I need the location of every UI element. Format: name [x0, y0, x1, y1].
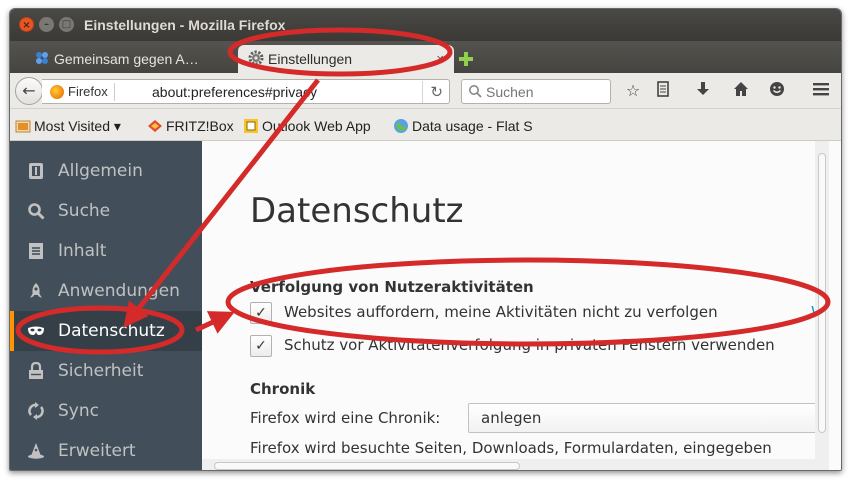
- back-button[interactable]: ←: [15, 77, 43, 105]
- navigation-toolbar: ← Firefox about:preferences#privacy ↻ ☆: [10, 73, 841, 109]
- bookmark-data-usage[interactable]: Data usage - Flat S: [393, 117, 533, 135]
- tab-gemeinsam[interactable]: Gemeinsam gegen A…: [24, 45, 236, 73]
- hello-chat-icon[interactable]: [766, 81, 788, 101]
- horizontal-scroll-thumb[interactable]: [214, 462, 520, 470]
- outlook-icon: [244, 119, 258, 133]
- sync-icon: [28, 402, 44, 420]
- search-icon: [28, 203, 45, 220]
- most-visited-icon: [15, 120, 31, 133]
- horizontal-scrollbar[interactable]: [202, 459, 829, 470]
- history-mode-select[interactable]: anlegen: [468, 403, 829, 433]
- rocket-icon: [30, 283, 42, 298]
- sidebar-item-suche[interactable]: Suche: [10, 191, 202, 231]
- fritzbox-icon: [148, 120, 162, 132]
- window-maximize-button[interactable]: □: [59, 17, 74, 32]
- history-description: Firefox wird besuchte Seiten, Downloads,…: [250, 439, 772, 457]
- history-group-caption: Chronik: [250, 380, 316, 398]
- bookmark-fritzbox[interactable]: FRITZ!Box: [147, 117, 234, 135]
- url-text[interactable]: about:preferences#privacy: [152, 83, 317, 101]
- bookmark-outlook[interactable]: Outlook Web App: [243, 117, 371, 135]
- tracking-protection-label: Schutz vor Aktivitätenverfolgung in priv…: [284, 336, 775, 354]
- new-tab-plus-icon[interactable]: [458, 51, 474, 67]
- sidebar-item-sync[interactable]: Sync: [10, 391, 202, 431]
- dnt-label: Websites auffordern, meine Aktivitäten n…: [284, 303, 718, 321]
- sidebar-item-allgemein[interactable]: Allgemein: [10, 151, 202, 191]
- general-icon: [29, 163, 43, 179]
- window-close-button[interactable]: ×: [19, 17, 34, 32]
- preferences-content: Allgemein Suche Inhalt Anwendungen Daten…: [10, 141, 841, 470]
- sidebar-item-datenschutz[interactable]: Datenschutz: [10, 311, 202, 351]
- bookmark-star-icon[interactable]: ☆: [622, 81, 644, 101]
- mask-icon: [28, 326, 44, 335]
- title-bar: × – □ Einstellungen - Mozilla Firefox: [10, 9, 841, 41]
- back-arrow-icon: ←: [22, 81, 36, 100]
- downloads-icon[interactable]: [692, 81, 714, 101]
- puzzle-icon: [36, 52, 48, 64]
- tab-label: Gemeinsam gegen A…: [54, 51, 199, 67]
- content-icon: [29, 243, 43, 259]
- history-mode-label: Firefox wird eine Chronik:: [250, 409, 441, 427]
- globe-icon: [394, 119, 408, 133]
- vertical-scroll-thumb[interactable]: [818, 153, 826, 433]
- window-minimize-button[interactable]: –: [39, 17, 54, 32]
- page-title: Datenschutz: [250, 191, 464, 231]
- privacy-pane: Datenschutz Verfolgung von Nutzeraktivit…: [202, 141, 829, 459]
- tracking-protection-checkbox[interactable]: ✓: [250, 335, 272, 357]
- wizard-hat-icon: [28, 443, 44, 459]
- tab-label: Einstellungen: [268, 51, 353, 67]
- gear-icon: [248, 50, 264, 66]
- firefox-window: × – □ Einstellungen - Mozilla Firefox Ge…: [9, 8, 842, 471]
- preferences-sidebar: Allgemein Suche Inhalt Anwendungen Daten…: [10, 141, 202, 470]
- tab-strip: Gemeinsam gegen A… Einstellungen ×: [10, 41, 841, 73]
- window-title: Einstellungen - Mozilla Firefox: [84, 17, 286, 33]
- search-icon: [469, 85, 482, 98]
- bookmarks-menu-icon[interactable]: [652, 81, 674, 101]
- reload-icon[interactable]: ↻: [422, 81, 443, 103]
- site-identity-button[interactable]: Firefox: [50, 83, 115, 101]
- dnt-checkbox[interactable]: ✓: [250, 302, 272, 324]
- site-identity-label: Firefox: [68, 84, 108, 99]
- vertical-scrollbar[interactable]: [815, 141, 829, 459]
- home-icon[interactable]: [730, 81, 752, 101]
- search-box[interactable]: [461, 79, 611, 104]
- hamburger-menu-icon[interactable]: [810, 81, 832, 101]
- bookmark-most-visited[interactable]: Most Visited ▾: [15, 117, 121, 135]
- bookmarks-toolbar: Most Visited ▾ FRITZ!Box Outlook Web App…: [10, 109, 841, 141]
- sidebar-item-anwendungen[interactable]: Anwendungen: [10, 271, 202, 311]
- tracking-group-caption: Verfolgung von Nutzeraktivitäten: [250, 278, 534, 296]
- sidebar-item-inhalt[interactable]: Inhalt: [10, 231, 202, 271]
- lock-icon: [29, 362, 43, 379]
- url-bar[interactable]: Firefox about:preferences#privacy ↻: [42, 79, 450, 104]
- close-icon[interactable]: ×: [436, 45, 444, 73]
- tab-einstellungen[interactable]: Einstellungen ×: [238, 45, 454, 73]
- search-input[interactable]: [486, 82, 606, 101]
- sidebar-item-erweitert[interactable]: Erweitert: [10, 431, 202, 470]
- firefox-logo-icon: [50, 85, 64, 99]
- sidebar-item-sicherheit[interactable]: Sicherheit: [10, 351, 202, 391]
